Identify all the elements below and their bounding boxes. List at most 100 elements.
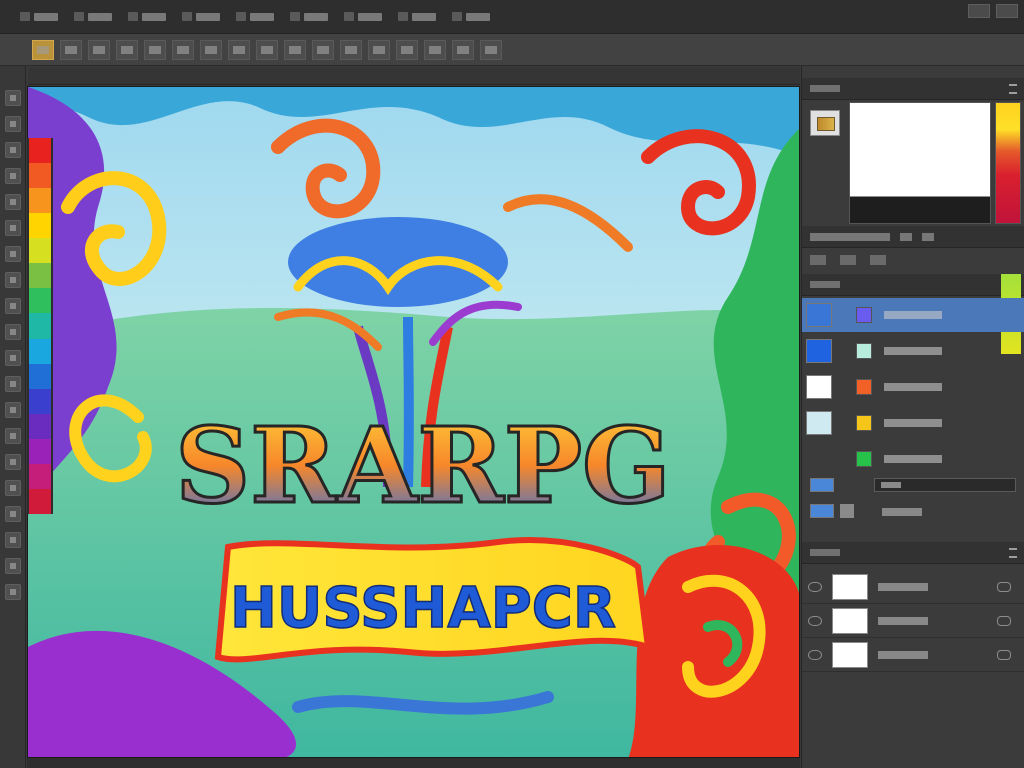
document-tab[interactable] [28,67,800,85]
palette-swatch[interactable] [29,138,51,164]
adjustment-icon[interactable] [870,255,886,265]
option-button[interactable] [284,39,306,60]
palette-swatch[interactable] [29,363,51,389]
type-tool-icon[interactable] [4,480,21,496]
option-button[interactable] [396,39,418,60]
eye-icon[interactable] [808,581,822,592]
shape-tool-icon[interactable] [4,532,21,548]
eye-icon[interactable] [808,615,822,626]
clone-stamp-tool-icon[interactable] [4,298,21,314]
swatch-row[interactable] [802,334,1024,368]
option-button[interactable] [256,39,278,60]
menu-item-8[interactable] [446,7,496,27]
palette-swatch[interactable] [29,213,51,239]
palette-swatch[interactable] [29,313,51,339]
swatch-row[interactable] [802,298,1024,332]
palette-swatch[interactable] [29,338,51,364]
tab-adjustments[interactable] [810,232,890,241]
menu-item-1[interactable] [68,7,118,27]
option-button[interactable] [424,39,446,60]
opacity-slider[interactable] [874,478,1016,492]
adjustment-icon[interactable] [810,255,826,265]
crop-tool-icon[interactable] [4,194,21,210]
eraser-tool-icon[interactable] [4,350,21,366]
layer-row[interactable] [802,604,1024,638]
history-brush-tool-icon[interactable] [4,324,21,340]
eyedropper-tool-icon[interactable] [4,220,21,236]
link-icon[interactable] [997,615,1011,626]
pen-tool-icon[interactable] [4,454,21,470]
swatch-preview[interactable] [806,375,832,399]
dodge-tool-icon[interactable] [4,428,21,444]
swatch-chip[interactable] [856,343,872,359]
canvas[interactable]: SRARPG HUSSHAPCR [27,86,800,758]
swatch-chip[interactable] [856,451,872,467]
path-select-tool-icon[interactable] [4,506,21,522]
palette-swatch[interactable] [29,263,51,289]
link-icon[interactable] [997,581,1011,592]
tab-adjustments-2[interactable] [900,232,912,241]
palette-swatch[interactable] [29,188,51,214]
tool-preset-button[interactable] [32,39,54,60]
option-button[interactable] [88,39,110,60]
panel-menu-icon[interactable] [1009,548,1017,558]
palette-swatch[interactable] [29,163,51,189]
hue-slider[interactable] [995,102,1021,224]
link-icon[interactable] [997,649,1011,660]
swatch-preview[interactable] [806,339,832,363]
menu-item-7[interactable] [392,7,442,27]
minimize-button[interactable] [968,4,990,18]
option-button[interactable] [480,39,502,60]
menu-item-3[interactable] [176,7,226,27]
quick-select-tool-icon[interactable] [4,168,21,184]
hand-tool-icon[interactable] [4,558,21,574]
palette-swatch[interactable] [29,438,51,464]
swatch-row[interactable] [802,370,1024,404]
layer-style-icon[interactable] [810,504,834,518]
option-button[interactable] [200,39,222,60]
option-button[interactable] [340,39,362,60]
move-tool-icon[interactable] [4,90,21,106]
menu-item-6[interactable] [338,7,388,27]
color-field[interactable] [849,102,991,224]
lock-icon[interactable] [840,504,854,518]
layer-row[interactable] [802,570,1024,604]
swatch-chip[interactable] [856,307,872,323]
palette-swatch[interactable] [29,238,51,264]
swatch-preview[interactable] [806,411,832,435]
palette-swatch[interactable] [29,463,51,489]
tab-adjustments-3[interactable] [922,232,934,241]
lasso-tool-icon[interactable] [4,142,21,158]
menu-item-2[interactable] [122,7,172,27]
layer-row[interactable] [802,638,1024,672]
layer-mode-icon[interactable] [810,478,834,492]
color-picker-icon[interactable] [810,110,840,136]
swatch-preview[interactable] [806,447,832,471]
option-button[interactable] [116,39,138,60]
swatch-row[interactable] [802,406,1024,440]
swatch-chip[interactable] [856,379,872,395]
healing-tool-icon[interactable] [4,246,21,262]
eye-icon[interactable] [808,649,822,660]
swatch-chip[interactable] [856,415,872,431]
option-button[interactable] [452,39,474,60]
option-button[interactable] [144,39,166,60]
option-button[interactable] [228,39,250,60]
palette-swatch[interactable] [29,288,51,314]
option-button[interactable] [60,39,82,60]
menu-item-0[interactable] [14,7,64,27]
menu-item-4[interactable] [230,7,280,27]
panel-menu-icon[interactable] [1009,84,1017,94]
marquee-tool-icon[interactable] [4,116,21,132]
adjustment-icon[interactable] [840,255,856,265]
palette-swatch[interactable] [29,488,51,514]
swatch-preview[interactable] [806,303,832,327]
zoom-tool-icon[interactable] [4,584,21,600]
palette-swatch[interactable] [29,413,51,439]
menu-item-5[interactable] [284,7,334,27]
gradient-tool-icon[interactable] [4,376,21,392]
brush-tool-icon[interactable] [4,272,21,288]
option-button[interactable] [172,39,194,60]
blur-tool-icon[interactable] [4,402,21,418]
option-button[interactable] [368,39,390,60]
